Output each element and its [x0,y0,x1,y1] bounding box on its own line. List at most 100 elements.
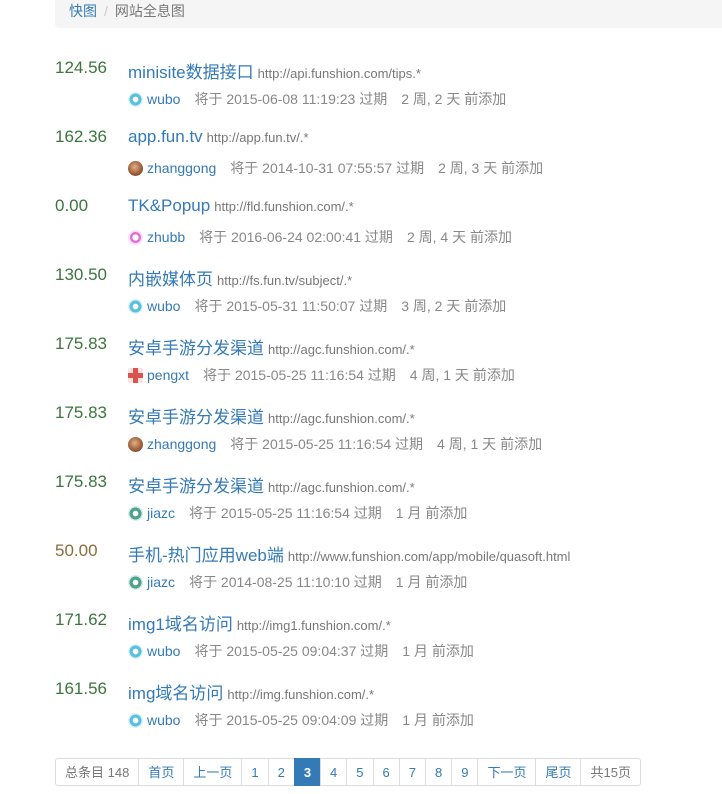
site-title-link[interactable]: img1域名访问 [128,615,233,634]
pagination-page-button[interactable]: 9 [451,758,479,786]
list-item: 175.83 安卓手游分发渠道 http://agc.funshion.com/.*… [55,401,715,470]
site-title-link[interactable]: TK&Popup [128,196,210,215]
user-link[interactable]: zhanggong [147,436,216,452]
list-item: 0.00 TK&Popup http://fld.funshion.com/.* zh… [55,194,715,263]
site-title-link[interactable]: 内嵌媒体页 [128,270,213,289]
pagination-last-button[interactable]: 尾页 [535,758,582,786]
meta-line: wubo 将于 2015-05-31 11:50:07 过期 3 周, 2 天 前添… [128,296,506,316]
meta-line: jiazc 将于 2015-05-25 11:16:54 过期 1 月 前添加 [128,503,467,523]
list-item: 161.56 img域名访问 http://img.funshion.com/.* w… [55,677,715,746]
pagination-page-count: 共15页 [580,758,641,786]
site-url: http://fs.fun.tv/subject/.* [217,273,353,288]
added-text: 1 月 前添加 [402,643,474,659]
expire-text: 将于 2014-10-31 07:55:57 过期 [230,160,425,176]
avatar-cyan-icon [128,298,143,314]
pagination-total: 总条目 148 [55,758,140,786]
pagination-page-button[interactable]: 6 [372,758,400,786]
expire-text: 将于 2015-05-25 09:04:37 过期 [194,643,389,659]
site-list: 124.56 minisite数据接口 http://api.funshion.co… [55,56,715,746]
title-line: 手机-热门应用web端 http://www.funshion.com/app/m… [128,541,570,566]
site-url: http://img.funshion.com/.* [227,687,375,702]
avatar-cyan-icon [128,643,143,659]
user-link[interactable]: jiazc [147,505,175,521]
list-item: 175.83 安卓手游分发渠道 http://agc.funshion.com/.*… [55,470,715,539]
pagination-current-page[interactable]: 3 [293,758,322,786]
avatar-pink-icon [128,229,143,245]
user-link[interactable]: wubo [147,298,180,314]
list-item: 175.83 安卓手游分发渠道 http://agc.funshion.com/.*… [55,332,715,401]
breadcrumb: 快图 / 网站全息图 [55,0,722,28]
user-link[interactable]: wubo [147,712,180,728]
breadcrumb-current: 网站全息图 [114,3,185,19]
list-item: 171.62 img1域名访问 http://img1.funshion.com/.… [55,608,715,677]
score-value: 162.36 [55,127,107,146]
site-url: http://agc.funshion.com/.* [268,480,415,495]
list-item: 162.36 app.fun.tv http://app.fun.tv/.* zhan… [55,125,715,194]
user-link[interactable]: pengxt [147,367,189,383]
score-value: 171.62 [55,610,107,629]
pagination-page-button[interactable]: 8 [424,758,453,786]
meta-line: zhubb 将于 2016-06-24 02:00:41 过期 2 周, 4 天 前… [128,227,512,247]
added-text: 1 月 前添加 [402,712,474,728]
user-link[interactable]: wubo [147,643,180,659]
avatar-photo-icon [128,160,143,176]
list-item: 50.00 手机-热门应用web端 http://www.funshion.com/… [55,539,715,608]
added-text: 4 周, 1 天 前添加 [437,436,543,452]
user-link[interactable]: wubo [147,91,180,107]
title-line: TK&Popup http://fld.funshion.com/.* [128,196,354,216]
user-link[interactable]: jiazc [147,574,175,590]
added-text: 1 月 前添加 [395,505,468,521]
added-text: 2 周, 4 天 前添加 [406,229,512,245]
avatar-cyan-icon [128,91,143,107]
expire-text: 将于 2015-05-25 09:04:09 过期 [194,712,389,728]
site-title-link[interactable]: app.fun.tv [128,127,203,146]
site-url: http://img1.funshion.com/.* [236,618,391,633]
expire-text: 将于 2015-05-31 11:50:07 过期 [194,298,388,314]
pagination-page-button[interactable]: 2 [267,758,295,786]
site-title-link[interactable]: img域名访问 [128,684,223,703]
user-link[interactable]: zhubb [147,229,185,245]
expire-text: 将于 2016-06-24 02:00:41 过期 [199,229,393,245]
expire-text: 将于 2015-05-25 11:16:54 过期 [203,367,396,383]
site-title-link[interactable]: 手机-热门应用web端 [128,546,284,565]
site-title-link[interactable]: 安卓手游分发渠道 [128,339,264,358]
title-line: img域名访问 http://img.funshion.com/.* [128,679,374,704]
title-line: 内嵌媒体页 http://fs.fun.tv/subject/.* [128,265,352,290]
score-value: 161.56 [55,679,107,698]
pagination-page-button[interactable]: 4 [320,758,348,786]
site-url: http://www.funshion.com/app/mobile/quaso… [287,549,571,564]
score-value: 175.83 [55,403,107,422]
meta-line: wubo 将于 2015-06-08 11:19:23 过期 2 周, 2 天 前添… [128,89,506,109]
score-value: 50.00 [55,541,98,560]
site-title-link[interactable]: 安卓手游分发渠道 [128,408,264,427]
pagination-first-button[interactable]: 首页 [138,758,185,786]
meta-line: zhanggong 将于 2015-05-25 11:16:54 过期 4 周, 1… [128,434,542,454]
list-item: 124.56 minisite数据接口 http://api.funshion.co… [55,56,715,125]
score-value: 175.83 [55,334,107,353]
title-line: app.fun.tv http://app.fun.tv/.* [128,127,309,147]
pagination-page-button[interactable]: 1 [241,758,269,786]
title-line: img1域名访问 http://img1.funshion.com/.* [128,610,391,635]
user-link[interactable]: zhanggong [147,160,216,176]
pagination-prev-button[interactable]: 上一页 [183,758,243,786]
site-title-link[interactable]: 安卓手游分发渠道 [128,477,264,496]
list-item: 130.50 内嵌媒体页 http://fs.fun.tv/subject/.* wu… [55,263,715,332]
meta-line: pengxt 将于 2015-05-25 11:16:54 过期 4 周, 1 天 … [128,365,515,385]
score-value: 175.83 [55,472,107,491]
site-url: http://app.fun.tv/.* [206,130,309,145]
pagination-page-button[interactable]: 5 [346,758,374,786]
meta-line: zhanggong 将于 2014-10-31 07:55:57 过期 2 周, 3… [128,158,543,178]
breadcrumb-home-link[interactable]: 快图 [69,3,97,19]
score-value: 130.50 [55,265,107,284]
meta-line: jiazc 将于 2014-08-25 11:10:10 过期 1 月 前添加 [128,572,467,592]
title-line: 安卓手游分发渠道 http://agc.funshion.com/.* [128,334,415,359]
title-line: 安卓手游分发渠道 http://agc.funshion.com/.* [128,403,415,428]
pagination-next-button[interactable]: 下一页 [477,758,537,786]
pagination-page-button[interactable]: 7 [398,758,426,786]
avatar-photo-icon [128,436,143,452]
expire-text: 将于 2015-05-25 11:16:54 过期 [230,436,424,452]
site-title-link[interactable]: minisite数据接口 [128,63,254,82]
site-url: http://agc.funshion.com/.* [268,411,415,426]
avatar-green-icon [128,505,143,521]
added-text: 1 月 前添加 [395,574,468,590]
